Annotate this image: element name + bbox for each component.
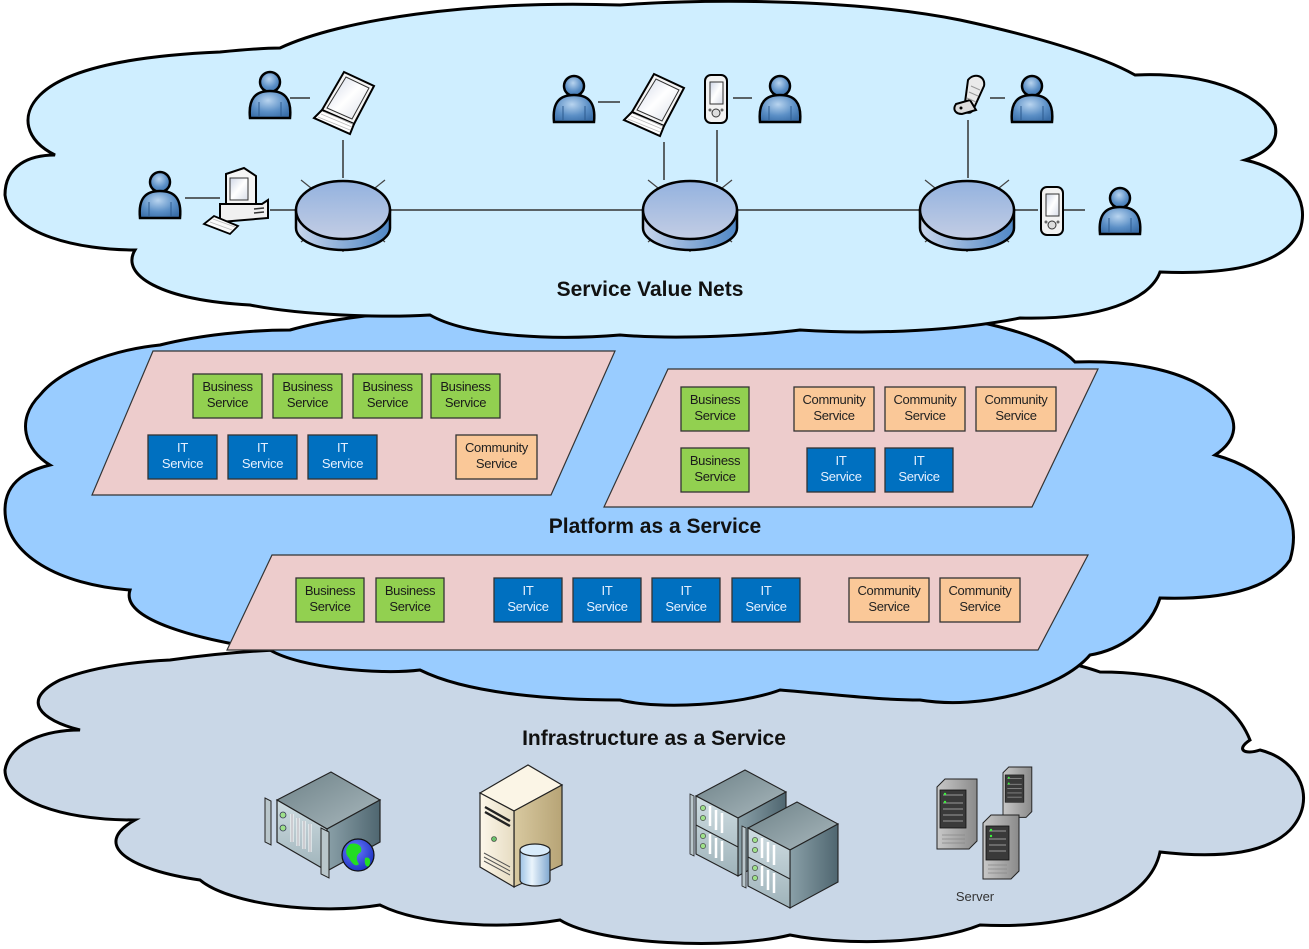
service-box-label: Service [322, 456, 363, 471]
it-service-box: ITService [884, 447, 954, 493]
service-box-label: Business [202, 379, 253, 394]
service-box-label: Business [690, 453, 741, 468]
globe-icon [341, 838, 375, 872]
tower-server [936, 778, 978, 850]
business-service-box: BusinessService [272, 373, 343, 419]
service-box-label: Business [440, 379, 491, 394]
service-box-label: Community [465, 440, 529, 455]
service-box-label: IT [914, 453, 925, 468]
community-service-box: CommunityService [455, 434, 538, 480]
service-box-label: Business [690, 392, 741, 407]
infrastructure-title: Infrastructure as a Service [522, 727, 786, 750]
business-service-box: BusinessService [352, 373, 423, 419]
community-service-box: CommunityService [848, 577, 930, 623]
server-caption: Server [956, 889, 995, 904]
service-box-label: Service [868, 599, 909, 614]
business-service-box: BusinessService [680, 447, 750, 493]
service-box-label: Service [694, 408, 735, 423]
service-box-label: Community [857, 583, 921, 598]
service-box-label: IT [761, 583, 772, 598]
service-box-label: IT [257, 440, 268, 455]
service-box-label: Community [948, 583, 1012, 598]
service-box-label: Community [893, 392, 957, 407]
service-box-label: Service [813, 408, 854, 423]
service-box-label: Service [665, 599, 706, 614]
service-box-label: Service [389, 599, 430, 614]
service-box-label: Service [242, 456, 283, 471]
community-service-box: CommunityService [975, 386, 1057, 432]
community-service-box: CommunityService [884, 386, 966, 432]
tower-server [1002, 766, 1033, 818]
it-service-box: ITService [493, 577, 563, 623]
service-box-label: Service [445, 395, 486, 410]
service-box-label: IT [836, 453, 847, 468]
business-service-box: BusinessService [375, 577, 445, 623]
service-box-label: IT [337, 440, 348, 455]
service-box-label: Community [802, 392, 866, 407]
service-box-label: Community [984, 392, 1048, 407]
community-service-box: CommunityService [939, 577, 1021, 623]
service-box-label: Service [507, 599, 548, 614]
service-box-label: Service [309, 599, 350, 614]
service-box-label: Service [162, 456, 203, 471]
it-service-box: ITService [651, 577, 721, 623]
service-box-label: Service [287, 395, 328, 410]
database-cylinder-icon [519, 843, 551, 887]
service-box-label: Service [904, 408, 945, 423]
business-service-box: BusinessService [192, 373, 263, 419]
service-box-label: Service [959, 599, 1000, 614]
service-box-label: Service [367, 395, 408, 410]
community-service-box: CommunityService [793, 386, 875, 432]
service-box-label: Business [305, 583, 356, 598]
it-service-box: ITService [572, 577, 642, 623]
it-service-box: ITService [731, 577, 801, 623]
service-box-label: Service [694, 469, 735, 484]
service-box-label: IT [177, 440, 188, 455]
service-box-label: Service [745, 599, 786, 614]
it-service-box: ITService [806, 447, 876, 493]
service-box-label: Service [898, 469, 939, 484]
platform-title: Platform as a Service [549, 515, 761, 538]
pda-icon [1040, 186, 1064, 236]
pda-icon [704, 74, 728, 124]
service-box-label: Business [362, 379, 413, 394]
it-service-box: ITService [227, 434, 298, 480]
service-box-label: IT [681, 583, 692, 598]
business-service-box: BusinessService [430, 373, 501, 419]
hub-left [294, 178, 392, 254]
service-box-label: IT [523, 583, 534, 598]
service-box-label: Service [586, 599, 627, 614]
it-service-box: ITService [147, 434, 218, 480]
service-box-label: Business [385, 583, 436, 598]
service-box-label: Service [820, 469, 861, 484]
service-box-label: Business [282, 379, 333, 394]
service-box-label: Service [476, 456, 517, 471]
service-box-label: Service [207, 395, 248, 410]
cloud-architecture-diagram: Service Value Nets BusinessServiceBusine… [3, 0, 1306, 945]
business-service-box: BusinessService [295, 577, 365, 623]
service-value-nets-title: Service Value Nets [557, 278, 744, 301]
it-service-box: ITService [307, 434, 378, 480]
service-box-label: IT [602, 583, 613, 598]
business-service-box: BusinessService [680, 386, 750, 432]
service-box-label: Service [995, 408, 1036, 423]
tower-server [982, 814, 1020, 880]
hub-right [918, 178, 1016, 254]
hub-center [641, 178, 739, 254]
